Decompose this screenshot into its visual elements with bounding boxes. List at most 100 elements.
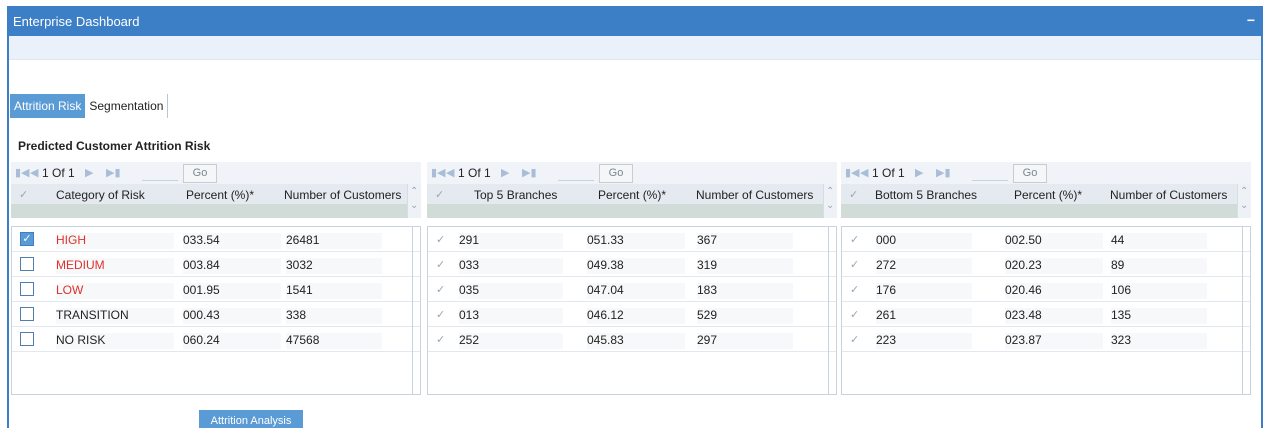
last-page-icon[interactable]: ▶▮	[936, 166, 951, 179]
name-cell: 013	[459, 308, 563, 324]
next-page-icon[interactable]: ▶	[501, 166, 509, 179]
checkmark-icon[interactable]: ✓	[850, 233, 859, 246]
column-header[interactable]: Bottom 5 Branches	[875, 188, 977, 202]
table-row[interactable]: ✓ 261 023.48 135	[842, 302, 1250, 327]
toolbar-strip	[9, 36, 1261, 60]
table-row[interactable]: ✓ 252 045.83 297	[428, 327, 836, 352]
body-scrollbar[interactable]	[412, 227, 413, 394]
table-row[interactable]: MEDIUM 003.84 3032	[12, 252, 420, 277]
last-page-icon[interactable]: ▶▮	[522, 166, 537, 179]
tab-segmentation[interactable]: Segmentation	[85, 94, 169, 118]
count-cell: 1541	[286, 283, 382, 299]
body-scrollbar[interactable]	[1242, 227, 1243, 394]
row-checkbox[interactable]	[20, 307, 34, 321]
header-scrollbar[interactable]: ⌃ ⌄	[407, 184, 421, 218]
go-button[interactable]: Go	[183, 164, 217, 183]
percent-cell: 001.95	[183, 283, 281, 299]
next-page-icon[interactable]: ▶	[915, 166, 923, 179]
scroll-down-icon[interactable]: ⌄	[826, 200, 834, 211]
prev-page-icon[interactable]: ◀	[446, 166, 454, 179]
go-button[interactable]: Go	[1013, 164, 1047, 183]
scroll-up-icon[interactable]: ⌃	[1240, 186, 1248, 197]
name-cell: TRANSITION	[56, 308, 174, 324]
checkmark-icon[interactable]: ✓	[850, 283, 859, 296]
column-header[interactable]: Percent (%)*	[186, 188, 254, 202]
name-cell: HIGH	[56, 233, 174, 249]
checkmark-icon[interactable]: ✓	[436, 308, 445, 321]
percent-cell: 023.48	[1005, 308, 1103, 324]
page-number-input[interactable]	[142, 165, 178, 181]
column-header[interactable]: Top 5 Branches	[474, 188, 557, 202]
table-row[interactable]: TRANSITION 000.43 338	[12, 302, 420, 327]
table-row[interactable]: ✓ 013 046.12 529	[428, 302, 836, 327]
scroll-up-icon[interactable]: ⌃	[826, 186, 834, 197]
minimize-button[interactable]: −	[1247, 12, 1255, 28]
table-row[interactable]: ✓ 000 002.50 44	[842, 227, 1250, 252]
tab-attrition-risk[interactable]: Attrition Risk	[10, 94, 86, 118]
row-checkbox[interactable]	[20, 282, 34, 296]
scroll-up-icon[interactable]: ⌃	[410, 186, 418, 197]
table-row[interactable]: ✓ 272 020.23 89	[842, 252, 1250, 277]
count-cell: 135	[1111, 308, 1207, 324]
attrition-analysis-button[interactable]: Attrition Analysis	[199, 410, 303, 428]
table-row[interactable]: ✓ 291 051.33 367	[428, 227, 836, 252]
grid-body: ✓ 000 002.50 44 ✓ 272 020.23 89 ✓ 176 020.46 106 ✓ 26…	[841, 226, 1251, 395]
grid-header: ✓ Category of Risk Percent (%)* Number of C…	[11, 184, 421, 204]
next-page-icon[interactable]: ▶	[85, 166, 93, 179]
checkmark-icon[interactable]: ✓	[850, 258, 859, 271]
count-cell: 323	[1111, 333, 1207, 349]
last-page-icon[interactable]: ▶▮	[106, 166, 121, 179]
go-button[interactable]: Go	[599, 164, 633, 183]
checkmark-icon[interactable]: ✓	[436, 233, 445, 246]
select-all-checkmark-icon[interactable]: ✓	[435, 188, 444, 201]
column-header[interactable]: Number of Customers	[1110, 188, 1227, 202]
table-row[interactable]: ✓ 033 049.38 319	[428, 252, 836, 277]
checkmark-icon[interactable]: ✓	[436, 333, 445, 346]
column-header[interactable]: Category of Risk	[56, 188, 145, 202]
column-header[interactable]: Percent (%)*	[598, 188, 666, 202]
column-header[interactable]: Number of Customers	[284, 188, 401, 202]
checkmark-icon[interactable]: ✓	[850, 308, 859, 321]
first-page-icon[interactable]: ▮◀	[845, 166, 860, 179]
column-header[interactable]: Number of Customers	[696, 188, 813, 202]
table-row[interactable]: LOW 001.95 1541	[12, 277, 420, 302]
checkmark-icon[interactable]: ✓	[850, 333, 859, 346]
first-page-icon[interactable]: ▮◀	[15, 166, 30, 179]
header-scrollbar[interactable]: ⌃ ⌄	[823, 184, 837, 218]
percent-cell: 000.43	[183, 308, 281, 324]
checkmark-icon[interactable]: ✓	[436, 258, 445, 271]
row-checkbox[interactable]: ✓	[20, 232, 34, 246]
select-all-checkmark-icon[interactable]: ✓	[849, 188, 858, 201]
page-number-input[interactable]	[558, 165, 594, 181]
table-row[interactable]: ✓ 035 047.04 183	[428, 277, 836, 302]
column-header[interactable]: Percent (%)*	[1014, 188, 1082, 202]
prev-page-icon[interactable]: ◀	[30, 166, 38, 179]
name-cell: MEDIUM	[56, 258, 174, 274]
table-row[interactable]: ✓ 176 020.46 106	[842, 277, 1250, 302]
prev-page-icon[interactable]: ◀	[860, 166, 868, 179]
percent-cell: 020.46	[1005, 283, 1103, 299]
name-cell: 223	[876, 333, 972, 349]
scroll-down-icon[interactable]: ⌄	[1240, 200, 1248, 211]
name-cell: 291	[459, 233, 563, 249]
body-scrollbar[interactable]	[828, 227, 829, 394]
window-title: Enterprise Dashboard	[13, 14, 140, 29]
header-scrollbar[interactable]: ⌃ ⌄	[1237, 184, 1251, 218]
percent-cell: 020.23	[1005, 258, 1103, 274]
percent-cell: 049.38	[587, 258, 685, 274]
scroll-down-icon[interactable]: ⌄	[410, 200, 418, 211]
percent-cell: 060.24	[183, 333, 281, 349]
select-all-checkmark-icon[interactable]: ✓	[19, 188, 28, 201]
table-row[interactable]: NO RISK 060.24 47568	[12, 327, 420, 352]
table-row[interactable]: ✓ 223 023.87 323	[842, 327, 1250, 352]
checkmark-icon[interactable]: ✓	[436, 283, 445, 296]
row-checkbox[interactable]	[20, 257, 34, 271]
page-number-input[interactable]	[972, 165, 1008, 181]
row-checkbox[interactable]	[20, 332, 34, 346]
first-page-icon[interactable]: ▮◀	[431, 166, 446, 179]
percent-cell: 051.33	[587, 233, 685, 249]
table-row[interactable]: ✓ HIGH 033.54 26481	[12, 227, 420, 252]
name-cell: 261	[876, 308, 972, 324]
count-cell: 44	[1111, 233, 1207, 249]
grid-header: ✓ Bottom 5 Branches Percent (%)* Number of …	[841, 184, 1251, 204]
